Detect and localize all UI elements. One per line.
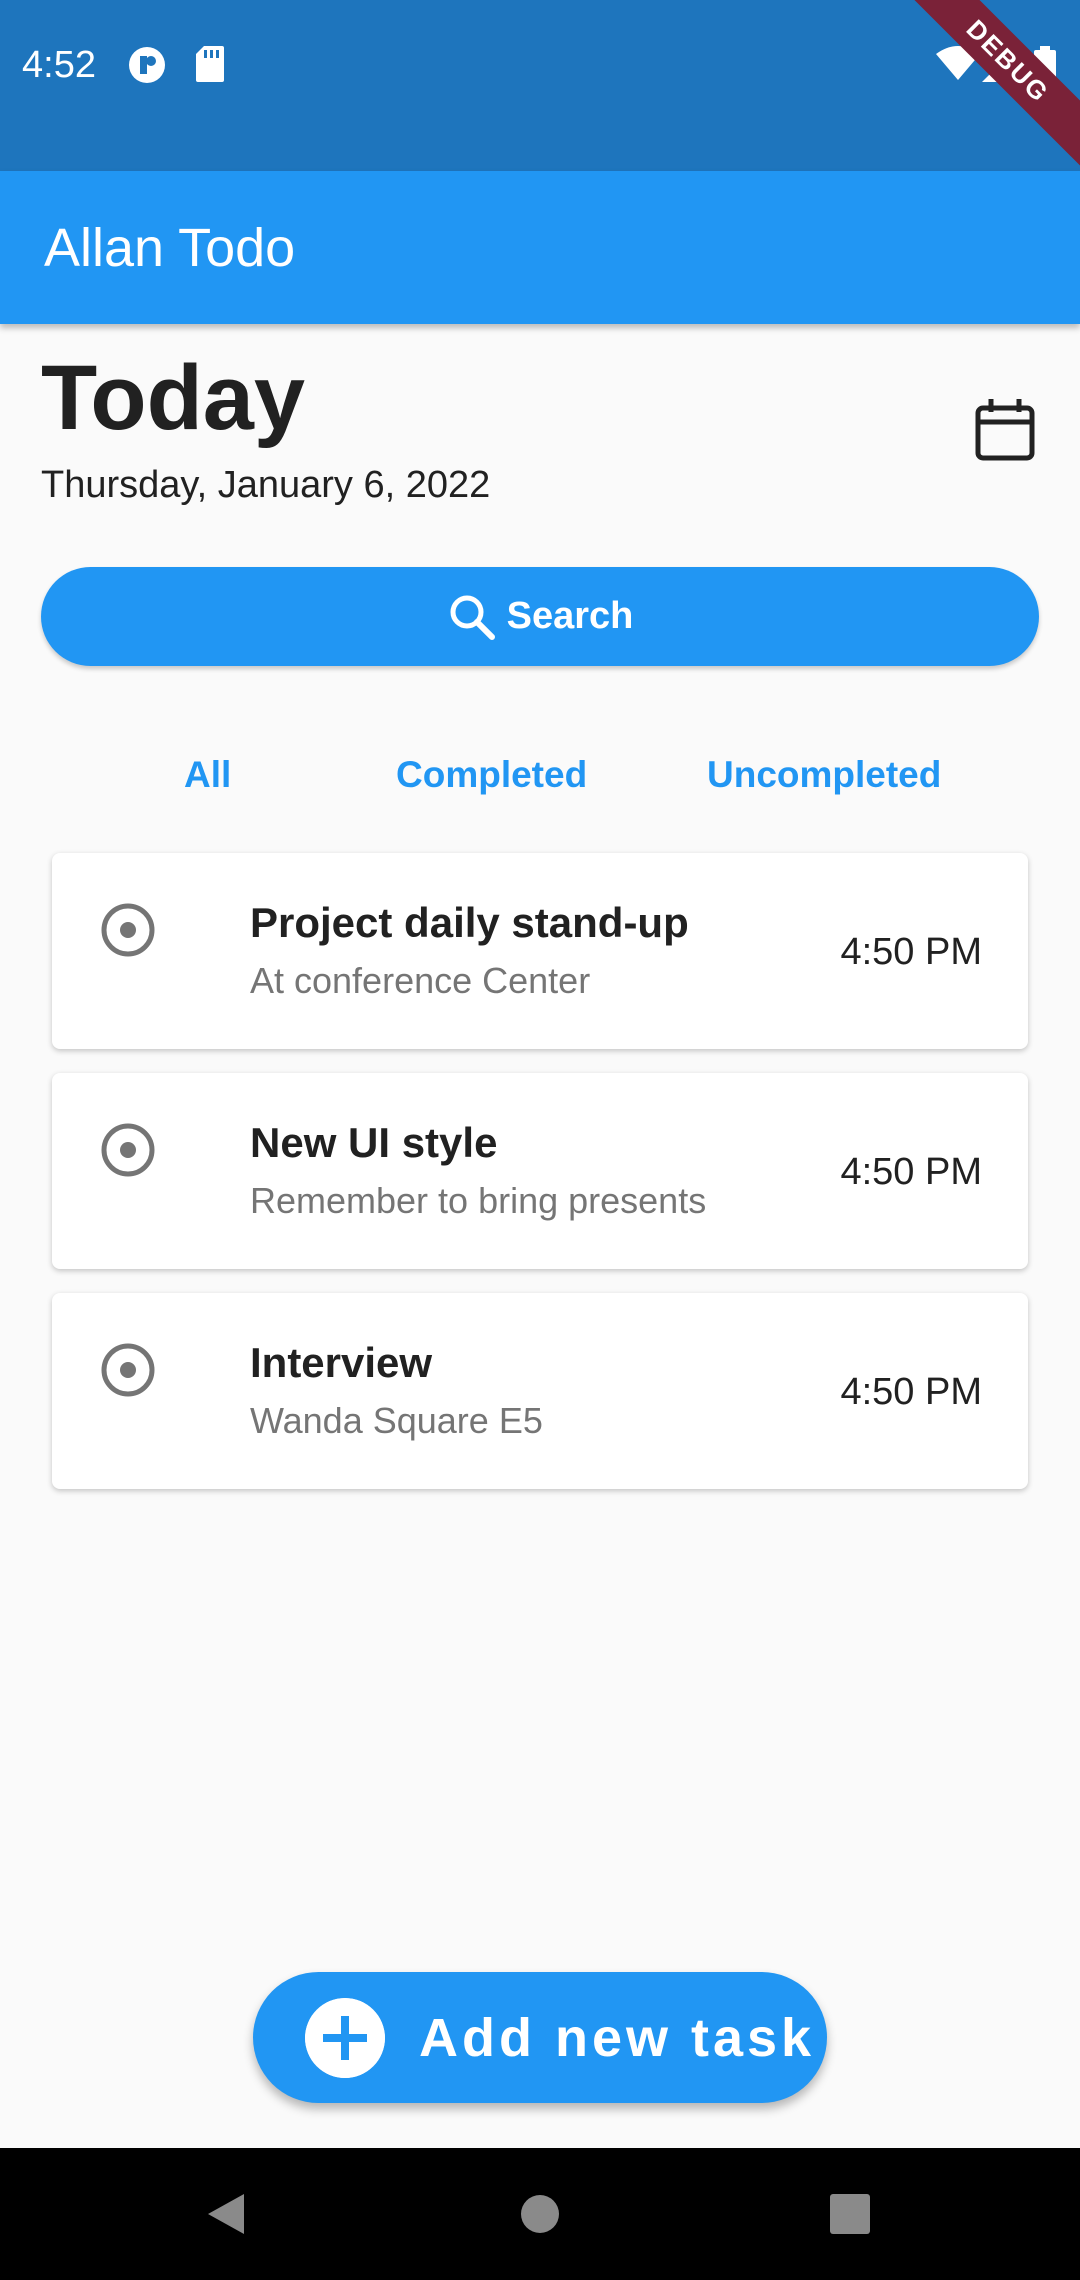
task-title: New UI style (250, 1119, 498, 1166)
home-icon[interactable] (520, 2190, 560, 2238)
radio-icon[interactable] (100, 1122, 156, 1178)
plus-icon (305, 1997, 385, 2078)
add-task-button[interactable]: Add new task (253, 1972, 827, 2103)
task-time: 4:50 PM (840, 1151, 982, 1193)
task-subtitle: Wanda Square E5 (250, 1400, 543, 1441)
task-time: 4:50 PM (840, 1371, 982, 1413)
notification-app-icon (129, 47, 165, 83)
task-card[interactable]: Interview Wanda Square E5 4:50 PM (52, 1293, 1028, 1489)
filter-uncompleted[interactable]: Uncompleted (707, 754, 941, 796)
filter-all[interactable]: All (184, 754, 231, 796)
task-time: 4:50 PM (840, 931, 982, 973)
status-time: 4:52 (22, 44, 96, 86)
recents-icon[interactable] (828, 2190, 872, 2238)
debug-banner: DEBUG (899, 0, 1080, 170)
add-task-label: Add new task (419, 2007, 816, 2068)
search-label: Search (506, 595, 634, 637)
filter-completed[interactable]: Completed (396, 754, 587, 796)
search-icon (450, 595, 495, 640)
task-title: Project daily stand-up (250, 899, 689, 946)
radio-icon[interactable] (100, 902, 156, 958)
navigation-bar (0, 2148, 1080, 2280)
current-date: Thursday, January 6, 2022 (41, 464, 491, 506)
sd-card-icon (196, 46, 224, 82)
app-bar: Allan Todo (0, 171, 1080, 324)
task-subtitle: At conference Center (250, 960, 591, 1001)
status-bar: 4:52 DEBUG (0, 0, 1080, 171)
app-title: Allan Todo (44, 218, 296, 278)
radio-icon[interactable] (100, 1342, 156, 1398)
task-subtitle: Remember to bring presents (250, 1180, 707, 1221)
page-title: Today (41, 347, 306, 449)
task-card[interactable]: New UI style Remember to bring presents … (52, 1073, 1028, 1269)
calendar-icon[interactable] (972, 396, 1038, 462)
search-button[interactable]: Search (41, 567, 1039, 666)
back-icon[interactable] (204, 2190, 248, 2238)
task-title: Interview (250, 1339, 433, 1386)
task-card[interactable]: Project daily stand-up At conference Cen… (52, 853, 1028, 1049)
